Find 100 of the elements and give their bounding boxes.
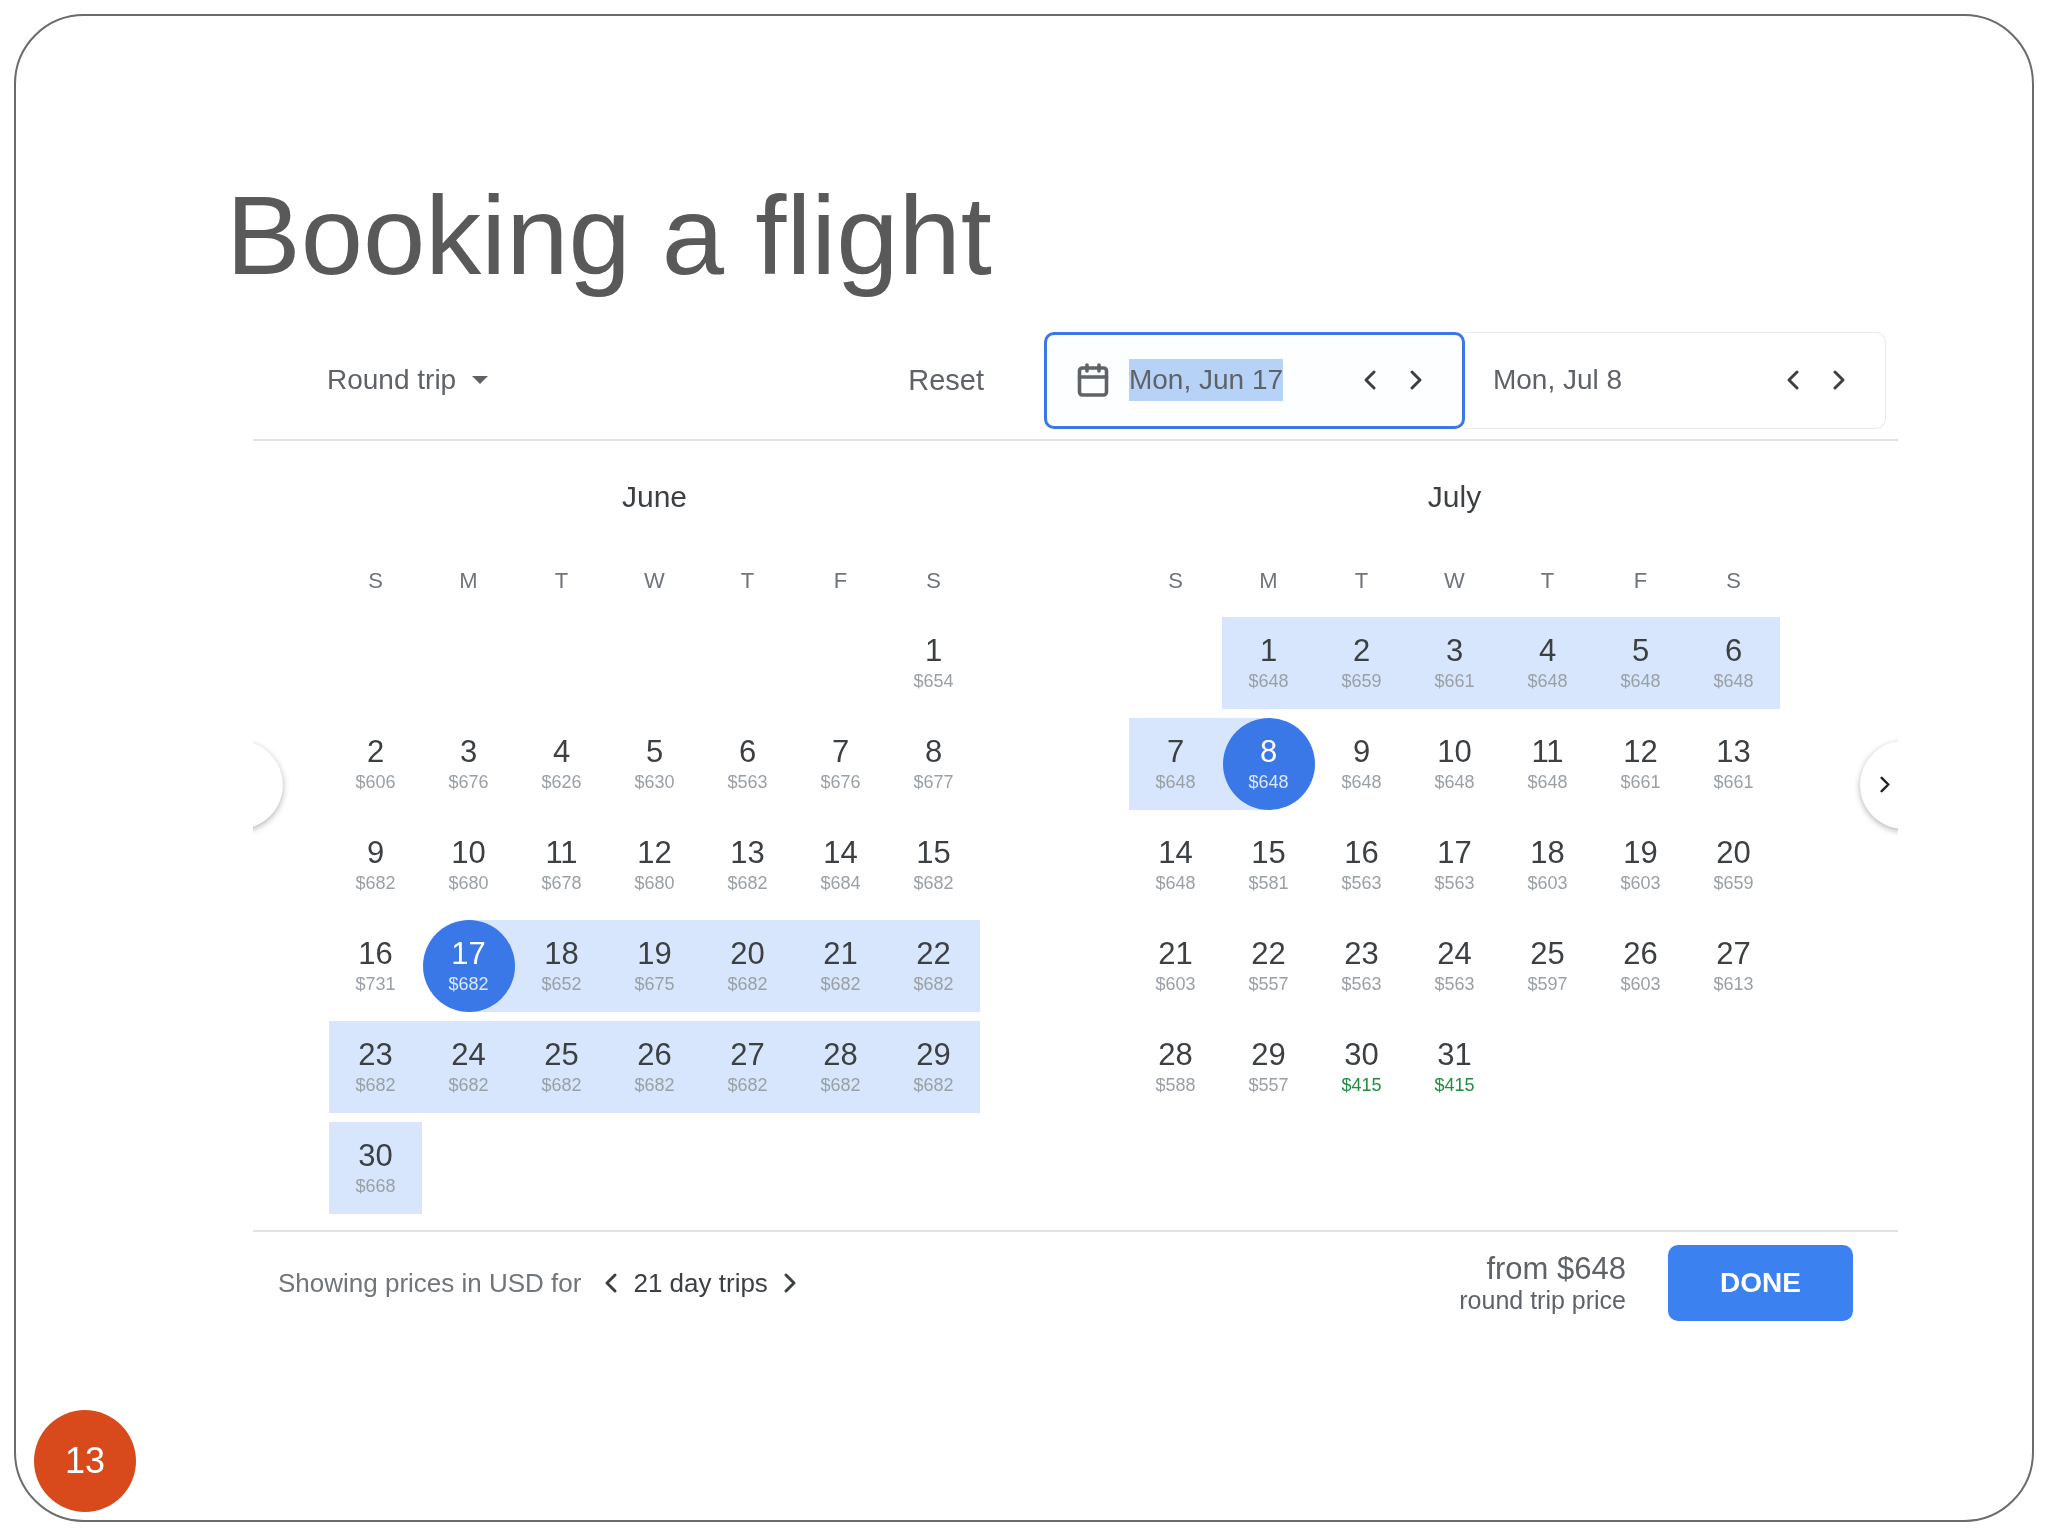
calendar-day[interactable]: 11 $648 (1501, 717, 1594, 810)
calendar-day[interactable]: 20 $682 (701, 919, 794, 1012)
calendar-day[interactable]: 30 $415 (1315, 1020, 1408, 1113)
calendar-day[interactable]: 18 $652 (515, 919, 608, 1012)
chevron-right-icon (1880, 776, 1890, 793)
calendar-day[interactable]: 1 $648 (1222, 616, 1315, 709)
weekday-label: T (553, 566, 570, 595)
calendar-day[interactable]: 7 $648 (1129, 717, 1222, 810)
price-note: round trip price (1459, 1286, 1626, 1315)
calendar-day[interactable]: 2 $659 (1315, 616, 1408, 709)
calendar-day[interactable]: 21 $682 (794, 919, 887, 1012)
calendar-day[interactable]: 28 $682 (794, 1020, 887, 1113)
calendar-day[interactable]: 24 $682 (422, 1020, 515, 1113)
date-value: Mon, Jun 17 (1128, 359, 1284, 402)
calendar-day[interactable]: 30 $668 (329, 1121, 422, 1214)
calendar-day[interactable]: 8 $677 (887, 717, 980, 810)
calendar-day[interactable]: 10 $680 (422, 818, 515, 911)
calendar-day[interactable]: 5 $648 (1594, 616, 1687, 709)
calendar-day[interactable]: 14 $648 (1129, 818, 1222, 911)
dropdown-caret-icon (472, 376, 489, 385)
calendar-day[interactable]: 1 $654 (887, 616, 980, 709)
previous-trip-length-button[interactable] (605, 1273, 618, 1294)
done-button[interactable]: DONE (1668, 1245, 1853, 1322)
chevron-right-icon (1409, 370, 1422, 391)
from-price: from $648 (1486, 1252, 1626, 1287)
slide-title: Booking a flight (226, 176, 993, 296)
calendar-day[interactable]: 18 $603 (1501, 818, 1594, 911)
calendar-day[interactable]: 6 $563 (701, 717, 794, 810)
calendar-day[interactable]: 4 $648 (1501, 616, 1594, 709)
calendar-day[interactable]: 28 $588 (1129, 1020, 1222, 1113)
calendar-day[interactable]: 15 $682 (887, 818, 980, 911)
reset-button[interactable]: Reset (908, 358, 984, 402)
calendar-day[interactable]: 23 $563 (1315, 919, 1408, 1012)
calendar-day[interactable]: 3 $676 (422, 717, 515, 810)
weekday-label: T (1539, 566, 1556, 595)
calendar-day[interactable]: 19 $603 (1594, 818, 1687, 911)
weekday-label: S (1167, 566, 1184, 595)
calendar-day[interactable]: 27 $682 (701, 1020, 794, 1113)
chevron-left-icon (1786, 370, 1799, 391)
price-currency-note: Showing prices in USD for (278, 1266, 582, 1300)
date-value: Mon, Jul 8 (1492, 363, 1623, 398)
weekday-label: T (1353, 566, 1370, 595)
date-field[interactable]: Mon, Jul 8 (1464, 331, 1886, 429)
calendar-day[interactable]: 5 $630 (608, 717, 701, 810)
trip-type-dropdown[interactable]: Round trip (327, 359, 489, 402)
calendar-day[interactable]: 24 $563 (1408, 919, 1501, 1012)
calendar-day[interactable]: 22 $682 (887, 919, 980, 1012)
calendar-day[interactable]: 19 $675 (608, 919, 701, 1012)
weekday-label: W (1443, 566, 1466, 595)
weekday-label: W (643, 566, 666, 595)
month-title: June (621, 478, 688, 515)
weekday-label: M (1258, 566, 1279, 595)
date-field[interactable]: Mon, Jun 17 (1043, 331, 1465, 429)
calendar-day[interactable]: 26 $682 (608, 1020, 701, 1113)
calendar-day[interactable]: 13 $661 (1687, 717, 1780, 810)
calendar-day[interactable]: 4 $626 (515, 717, 608, 810)
weekday-label: F (1632, 566, 1649, 595)
calendar-day[interactable]: 6 $648 (1687, 616, 1780, 709)
calendar-day[interactable]: 29 $557 (1222, 1020, 1315, 1113)
page-number-badge: 13 (34, 1410, 136, 1512)
calendar-day[interactable]: 15 $581 (1222, 818, 1315, 911)
calendar-day[interactable]: 20 $659 (1687, 818, 1780, 911)
calendar-day[interactable]: 9 $648 (1315, 717, 1408, 810)
chevron-right-icon (783, 1273, 796, 1294)
weekday-label: S (367, 566, 384, 595)
calendar-day[interactable]: 23 $682 (329, 1020, 422, 1113)
calendar-day[interactable]: 26 $603 (1594, 919, 1687, 1012)
weekday-label: S (925, 566, 942, 595)
calendar-day[interactable]: 25 $597 (1501, 919, 1594, 1012)
calendar-day[interactable]: 31 $415 (1408, 1020, 1501, 1113)
selected-date[interactable]: 17 $682 (422, 919, 515, 1012)
calendar-day[interactable]: 22 $557 (1222, 919, 1315, 1012)
chevron-left-icon (1363, 370, 1376, 391)
calendar-day[interactable]: 12 $680 (608, 818, 701, 911)
trip-length: 21 day trips (633, 1266, 768, 1300)
calendar-day[interactable]: 25 $682 (515, 1020, 608, 1113)
weekday-label: M (458, 566, 479, 595)
calendar-day[interactable]: 3 $661 (1408, 616, 1501, 709)
calendar-day[interactable]: 16 $563 (1315, 818, 1408, 911)
calendar-day[interactable]: 29 $682 (887, 1020, 980, 1113)
calendar-day[interactable]: 11 $678 (515, 818, 608, 911)
calendar-day[interactable]: 14 $684 (794, 818, 887, 911)
calendar-day[interactable]: 7 $676 (794, 717, 887, 810)
calendar-day[interactable]: 10 $648 (1408, 717, 1501, 810)
chevron-left-icon (605, 1273, 618, 1294)
chevron-right-icon (1832, 370, 1845, 391)
calendar-day[interactable]: 21 $603 (1129, 919, 1222, 1012)
selected-date[interactable]: 8 $648 (1222, 717, 1315, 810)
weekday-label: F (832, 566, 849, 595)
month-title: July (1427, 478, 1482, 515)
calendar-day[interactable]: 16 $731 (329, 919, 422, 1012)
weekday-label: T (739, 566, 756, 595)
calendar-day[interactable]: 9 $682 (329, 818, 422, 911)
calendar-day[interactable]: 12 $661 (1594, 717, 1687, 810)
calendar-day[interactable]: 17 $563 (1408, 818, 1501, 911)
weekday-label: S (1725, 566, 1742, 595)
calendar-day[interactable]: 27 $613 (1687, 919, 1780, 1012)
calendar-day[interactable]: 2 $606 (329, 717, 422, 810)
calendar-day[interactable]: 13 $682 (701, 818, 794, 911)
next-trip-length-button[interactable] (783, 1273, 796, 1294)
